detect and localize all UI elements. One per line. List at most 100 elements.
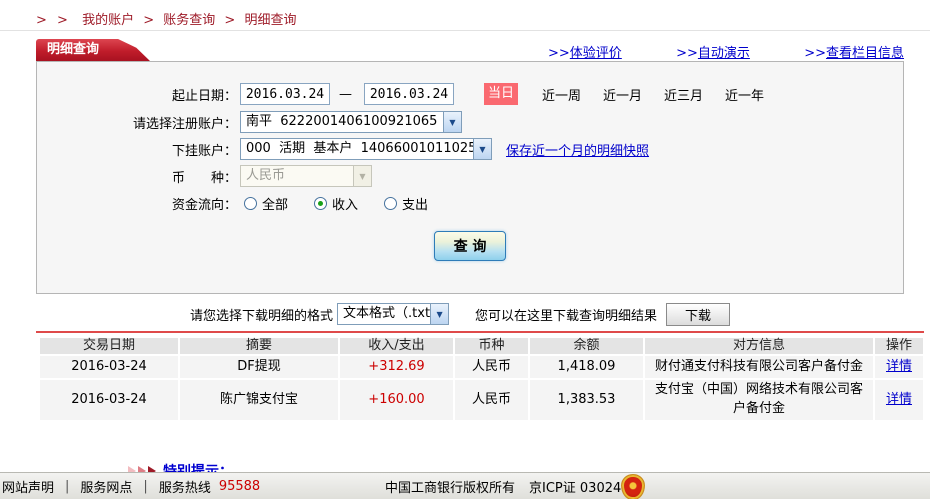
- cell-balance: 1,383.53: [530, 380, 645, 422]
- query-form: 起止日期： — 当日 近一周 近一月 近三月 近一年 请选择注册账户： 南平 6…: [36, 61, 904, 294]
- cell-summary: 陈广锦支付宝: [180, 380, 340, 422]
- query-button[interactable]: 查 询: [434, 231, 506, 261]
- breadcrumb: > > 我的账户 > 账务查询 > 明细查询: [36, 9, 301, 28]
- transactions-table: 交易日期 摘要 收入/支出 币种 余额 对方信息 操作 2016-03-24 D…: [40, 338, 925, 422]
- flow-radio-expense[interactable]: [384, 196, 398, 210]
- download-format-label: 请您选择下载明细的格式: [190, 308, 334, 324]
- link-label: 体验评价: [569, 46, 622, 61]
- cell-amount: +312.69: [340, 356, 455, 380]
- chevron-down-icon: ▼: [473, 139, 491, 159]
- cell-date: 2016-03-24: [40, 356, 180, 380]
- flow-option-expense[interactable]: 支出: [402, 194, 428, 213]
- col-header-summary: 摘要: [180, 338, 340, 356]
- register-account-row: 请选择注册账户： 南平 6222001406100921065 灵通卡 ▼: [37, 110, 903, 134]
- double-arrow-icon: >>: [676, 46, 698, 61]
- tab-label: 明细查询: [47, 42, 100, 57]
- date-from-input[interactable]: [240, 83, 330, 105]
- col-header-date: 交易日期: [40, 338, 180, 356]
- chevron-down-icon: ▼: [430, 304, 449, 324]
- today-button[interactable]: 当日: [484, 83, 518, 105]
- breadcrumb-separator: >: [224, 13, 236, 28]
- flow-option-all[interactable]: 全部: [262, 194, 288, 213]
- link-view-column-info[interactable]: >>查看栏目信息: [804, 42, 904, 61]
- chevron-down-icon: ▼: [353, 166, 371, 186]
- footer-separator: |: [143, 478, 148, 494]
- date-to-input[interactable]: [364, 83, 454, 105]
- detail-link[interactable]: 详情: [886, 358, 912, 377]
- sub-account-value: 000 活期 基本户 1406600101102571848: [246, 141, 473, 156]
- hotline-number: 95588: [218, 478, 261, 494]
- cell-counterparty: 支付宝（中国）网络技术有限公司客户备付金: [645, 380, 875, 422]
- register-account-value: 南平 6222001406100921065 灵通卡: [246, 114, 438, 129]
- cell-summary: DF提现: [180, 356, 340, 380]
- quick-range-year[interactable]: 近一年: [725, 85, 764, 104]
- detail-link[interactable]: 详情: [886, 391, 912, 410]
- col-header-currency: 币种: [455, 338, 530, 356]
- cell-currency: 人民币: [455, 356, 530, 380]
- cell-amount: +160.00: [340, 380, 455, 422]
- query-button-row: 查 询: [37, 231, 903, 261]
- icbc-detail-query-page: > > 我的账户 > 账务查询 > 明细查询 明细查询 >>体验评价 >>自动演…: [0, 0, 930, 499]
- table-row: 2016-03-24 DF提现 +312.69 人民币 1,418.09 财付通…: [40, 356, 925, 380]
- chevron-down-icon: ▼: [443, 112, 461, 132]
- breadcrumb-separator: >: [143, 13, 155, 28]
- breadcrumb-item-my-account[interactable]: 我的账户: [82, 13, 134, 28]
- cell-balance: 1,418.09: [530, 356, 645, 380]
- table-row: 2016-03-24 陈广锦支付宝 +160.00 人民币 1,383.53 支…: [40, 380, 925, 422]
- flow-direction-label: 资金流向：: [171, 197, 237, 213]
- link-auto-demo[interactable]: >>自动演示: [676, 42, 750, 61]
- footer-link-service-outlets[interactable]: 服务网点: [80, 477, 132, 496]
- breadcrumb-item-account-query[interactable]: 账务查询: [163, 13, 215, 28]
- date-range-dash: —: [339, 86, 352, 102]
- flow-direction-row: 资金流向： 全部 收入 支出: [37, 191, 903, 215]
- divider: [0, 30, 930, 31]
- register-account-label: 请选择注册账户：: [132, 116, 237, 132]
- red-divider: [36, 331, 924, 333]
- tab-detail-query[interactable]: 明细查询: [36, 39, 150, 61]
- footer-left: 网站声明 | 服务网点 | 服务热线 95588: [2, 477, 260, 496]
- quick-range-month[interactable]: 近一月: [603, 85, 642, 104]
- sub-account-label: 下挂账户：: [171, 143, 237, 159]
- download-hint: 您可以在这里下载查询明细结果: [475, 308, 658, 324]
- quick-range-quarter[interactable]: 近三月: [664, 85, 703, 104]
- footer-center: 中国工商银行版权所有 京ICP证 030247号: [385, 477, 643, 496]
- date-range-row: 起止日期： — 当日 近一周 近一月 近三月 近一年: [37, 82, 903, 106]
- sub-account-select[interactable]: 000 活期 基本户 1406600101102571848 ▼: [240, 138, 492, 160]
- col-header-balance: 余额: [530, 338, 645, 356]
- link-label: 查看栏目信息: [825, 46, 904, 61]
- currency-select: 人民币 ▼: [240, 165, 372, 187]
- col-header-action: 操作: [875, 338, 923, 356]
- currency-value: 人民币: [246, 168, 286, 183]
- download-format-select[interactable]: 文本格式（.txt） ▼: [337, 303, 450, 325]
- quick-range-week[interactable]: 近一周: [542, 85, 581, 104]
- header-links: >>体验评价 >>自动演示 >>查看栏目信息: [548, 42, 904, 61]
- link-label: 自动演示: [697, 46, 750, 61]
- cell-currency: 人民币: [455, 380, 530, 422]
- footer: 网站声明 | 服务网点 | 服务热线 95588 中国工商银行版权所有 京ICP…: [0, 472, 930, 499]
- breadcrumb-prefix: > >: [36, 13, 71, 28]
- download-button[interactable]: 下载: [666, 302, 731, 326]
- double-arrow-icon: >>: [548, 46, 570, 61]
- flow-radio-income[interactable]: [314, 196, 328, 210]
- download-row: 请您选择下载明细的格式 文本格式（.txt） ▼ 您可以在这里下载查询明细结果 …: [36, 302, 904, 326]
- date-range-label: 起止日期：: [171, 88, 237, 104]
- link-experience-review[interactable]: >>体验评价: [548, 42, 622, 61]
- col-header-amount: 收入/支出: [340, 338, 455, 356]
- security-badge-icon[interactable]: [621, 474, 645, 499]
- copyright-text: 中国工商银行版权所有: [385, 480, 516, 496]
- currency-label: 币 种：: [171, 170, 237, 186]
- download-format-value: 文本格式（.txt）: [343, 306, 431, 321]
- snapshot-link[interactable]: 保存近一个月的明细快照: [506, 140, 649, 159]
- cell-date: 2016-03-24: [40, 380, 180, 422]
- register-account-select[interactable]: 南平 6222001406100921065 灵通卡 ▼: [240, 111, 462, 133]
- footer-separator: |: [65, 478, 70, 494]
- table-header-row: 交易日期 摘要 收入/支出 币种 余额 对方信息 操作: [40, 338, 925, 356]
- col-header-counterparty: 对方信息: [645, 338, 875, 356]
- hotline-label: 服务热线: [158, 480, 211, 496]
- flow-radio-all[interactable]: [244, 196, 257, 210]
- footer-link-site-statement[interactable]: 网站声明: [2, 477, 54, 496]
- cell-counterparty: 财付通支付科技有限公司客户备付金: [645, 356, 875, 380]
- flow-option-income[interactable]: 收入: [332, 194, 358, 213]
- currency-row: 币 种： 人民币 ▼: [37, 164, 903, 188]
- sub-account-row: 下挂账户： 000 活期 基本户 1406600101102571848 ▼ 保…: [37, 137, 903, 161]
